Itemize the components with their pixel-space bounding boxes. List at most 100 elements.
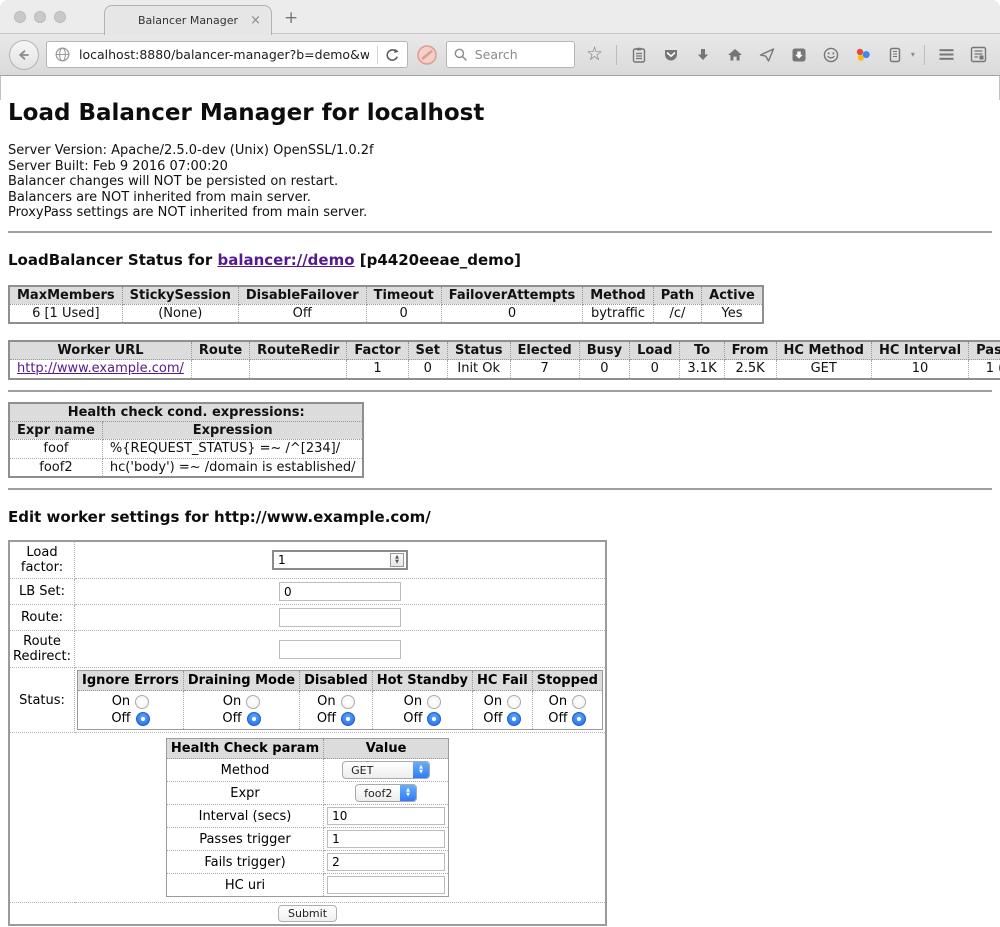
expr-table-title: Health check cond. expressions: <box>9 403 363 422</box>
ignore-errors-off-radio[interactable] <box>136 712 150 726</box>
stopped-cell: On Off <box>532 691 602 730</box>
hc-interval-input[interactable] <box>327 807 445 825</box>
hc-method-select[interactable]: GET ▲▼ <box>342 761 430 779</box>
col-active: Active <box>702 286 763 305</box>
status-header-row: Ignore Errors Draining Mode Disabled Hot… <box>78 671 603 691</box>
route-input[interactable] <box>279 608 401 627</box>
downloads-icon[interactable] <box>690 41 715 68</box>
lb-set-label: LB Set: <box>9 579 75 605</box>
adblock-button[interactable] <box>415 43 439 67</box>
search-input[interactable] <box>473 46 568 63</box>
off-label: Off <box>548 711 567 726</box>
col-load: Load <box>630 341 680 360</box>
balancer-demo-link[interactable]: balancer://demo <box>217 251 354 269</box>
home-icon[interactable] <box>722 41 747 68</box>
hc-fails-row: Fails trigger) <box>166 851 448 874</box>
hc-passes-input[interactable] <box>327 830 445 848</box>
route-redirect-row: Route Redirect: <box>9 631 606 668</box>
back-button[interactable] <box>9 40 39 70</box>
stopped-off-radio[interactable] <box>572 712 586 726</box>
bookmark-star-icon[interactable]: ☆ <box>582 41 607 68</box>
hc-interval-row: Interval (secs) <box>166 805 448 828</box>
reader-grid-icon[interactable] <box>966 41 991 68</box>
cell-path: /c/ <box>653 304 701 323</box>
url-input[interactable] <box>77 46 371 63</box>
health-check-cell: Health Check param Value Method GET ▲▼ <box>9 733 606 903</box>
reading-list-icon[interactable] <box>626 41 651 68</box>
hc-interval-label: Interval (secs) <box>166 805 323 828</box>
pocket-icon[interactable] <box>658 41 683 68</box>
col-hc-param: Health Check param <box>166 739 323 759</box>
hc-fail-off-radio[interactable] <box>507 712 521 726</box>
hc-interval-cell <box>324 805 449 828</box>
menu-hamburger-icon[interactable] <box>934 41 959 68</box>
hc-uri-row: HC uri <box>166 874 448 897</box>
load-factor-input[interactable]: 1 ▲ ▼ <box>272 550 408 570</box>
reload-icon[interactable] <box>384 47 400 63</box>
route-redirect-input[interactable] <box>279 640 401 659</box>
search-bar[interactable] <box>446 41 575 68</box>
submit-button[interactable]: Submit <box>278 905 337 922</box>
draining-mode-on-radio[interactable] <box>246 695 260 709</box>
hc-fail-on-radio[interactable] <box>507 695 521 709</box>
disabled-off-radio[interactable] <box>341 712 355 726</box>
cell-hc-interval: 10 <box>871 360 968 379</box>
chevron-down-icon[interactable]: ▾ <box>911 50 915 59</box>
off-label: Off <box>317 711 336 726</box>
hc-method-row: Method GET ▲▼ <box>166 759 448 782</box>
hc-uri-input[interactable] <box>327 876 445 894</box>
lb-set-row: LB Set: <box>9 579 606 605</box>
colored-dots-extension-icon[interactable] <box>851 41 876 68</box>
window-controls <box>14 11 66 23</box>
col-busy: Busy <box>579 341 629 360</box>
send-tab-icon[interactable] <box>754 41 779 68</box>
number-spinner[interactable]: ▲ ▼ <box>390 553 404 567</box>
search-icon <box>453 47 468 62</box>
persist-note-line: Balancer changes will NOT be persisted o… <box>8 174 992 190</box>
worker-url-link[interactable]: http://www.example.com/ <box>17 361 184 376</box>
close-window-button[interactable] <box>14 11 26 23</box>
cell-factor: 1 <box>347 360 408 379</box>
urlbar-divider <box>377 46 378 64</box>
hc-fails-input[interactable] <box>327 853 445 871</box>
feedback-smiley-icon[interactable] <box>819 41 844 68</box>
col-hc-value: Value <box>324 739 449 759</box>
tab-close-icon[interactable]: × <box>250 14 261 27</box>
new-tab-button[interactable]: + <box>284 8 298 28</box>
hot-standby-off-radio[interactable] <box>427 712 441 726</box>
stopped-on-radio[interactable] <box>572 695 586 709</box>
col-status: Status <box>447 341 510 360</box>
spinner-down-icon[interactable]: ▼ <box>395 560 399 565</box>
ignore-errors-on-radio[interactable] <box>135 695 149 709</box>
hot-standby-on-radio[interactable] <box>427 695 441 709</box>
on-label: On <box>223 694 241 709</box>
inherit-note-line: Balancers are NOT inherited from main se… <box>8 190 992 206</box>
edit-worker-heading: Edit worker settings for http://www.exam… <box>8 508 992 526</box>
cell-timeout: 0 <box>366 304 441 323</box>
minimize-window-button[interactable] <box>34 11 46 23</box>
draining-mode-cell: On Off <box>183 691 299 730</box>
cell-to: 3.1K <box>680 360 724 379</box>
lb-set-input[interactable] <box>279 582 401 601</box>
worker-row: http://www.example.com/ 1 0 Init Ok 7 0 … <box>9 360 1000 379</box>
route-redirect-cell <box>75 631 607 668</box>
zoom-window-button[interactable] <box>54 11 66 23</box>
nav-toolbar: ☆ <box>0 34 1000 76</box>
on-label: On <box>317 694 335 709</box>
save-page-icon[interactable] <box>786 41 811 68</box>
globe-icon <box>54 46 71 63</box>
cell-expr-name: foof2 <box>9 458 102 477</box>
col-maxmembers: MaxMembers <box>9 286 122 305</box>
hc-method-label: Method <box>166 759 323 782</box>
tab-balancer-manager[interactable]: Balancer Manager × <box>104 5 272 35</box>
draining-mode-off-radio[interactable] <box>247 712 261 726</box>
health-check-row: Health Check param Value Method GET ▲▼ <box>9 733 606 903</box>
hc-expr-select[interactable]: foof2 ▲▼ <box>355 784 417 802</box>
disabled-on-radio[interactable] <box>341 695 355 709</box>
device-sidebar-icon[interactable] <box>883 41 908 68</box>
address-bar[interactable] <box>46 41 408 68</box>
hc-method-cell: GET ▲▼ <box>324 759 449 782</box>
col-disabled: Disabled <box>300 671 373 691</box>
hc-header-row: Health Check param Value <box>166 739 448 759</box>
table-header-row: Expr name Expression <box>9 421 363 439</box>
